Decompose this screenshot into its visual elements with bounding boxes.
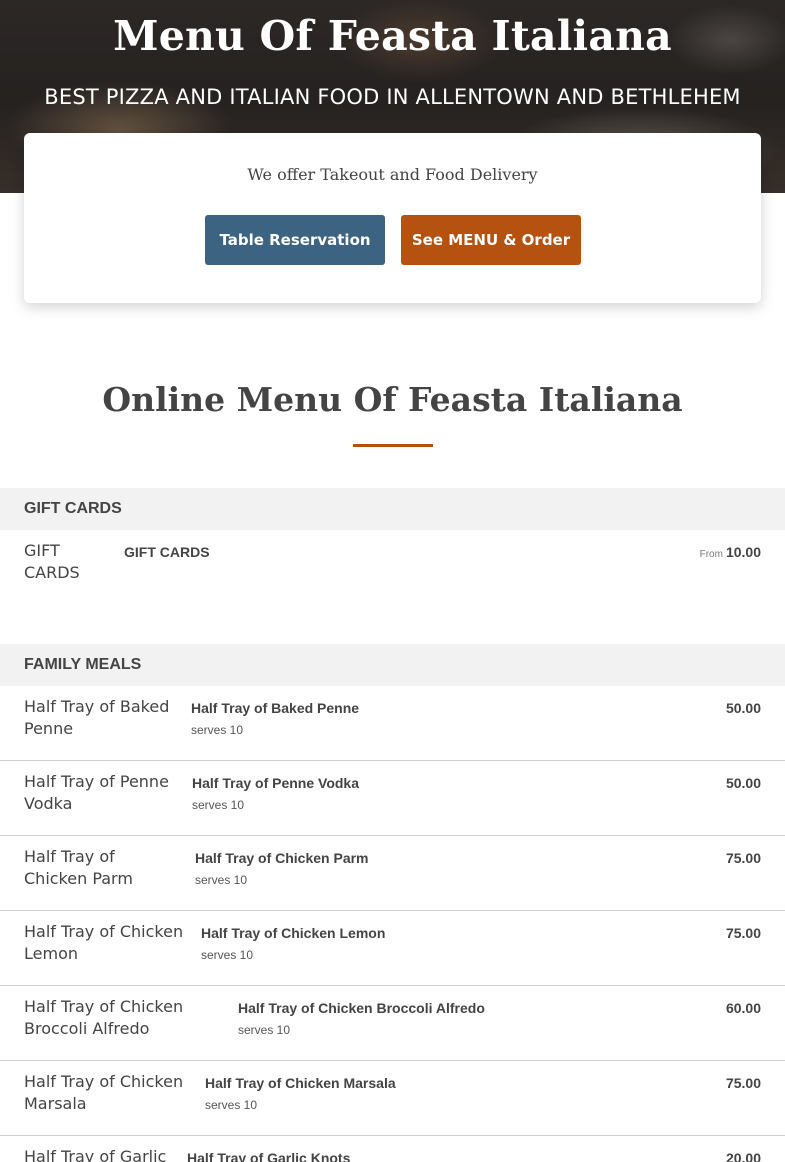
item-name: Half Tray of Garlic Knots xyxy=(187,1150,351,1162)
item-description: serves 10 xyxy=(205,1098,258,1112)
menu-item[interactable]: Half Tray of Garlic Knots Half Tray of G… xyxy=(0,1136,785,1162)
section-divider xyxy=(353,444,433,447)
category-header-family-meals: FAMILY MEALS xyxy=(0,644,785,686)
item-price-value: 10.00 xyxy=(725,544,761,560)
item-image: Half Tray of Chicken Lemon xyxy=(24,922,184,963)
cta-text: We offer Takeout and Food Delivery xyxy=(247,165,538,184)
item-name: GIFT CARDS xyxy=(124,544,210,560)
item-price: 75.00 xyxy=(725,1075,761,1091)
item-image: Half Tray of Chicken Broccoli Alfredo xyxy=(24,997,184,1038)
item-name: Half Tray of Chicken Broccoli Alfredo xyxy=(238,1000,485,1016)
item-description: serves 10 xyxy=(238,1023,291,1037)
item-name: Half Tray of Chicken Parm xyxy=(195,850,369,866)
menu-item[interactable]: Half Tray of Chicken Lemon Half Tray of … xyxy=(0,911,785,986)
menu-item[interactable]: GIFT CARDS GIFT CARDS From 10.00 xyxy=(0,530,785,605)
menu-item[interactable]: Half Tray of Penne Vodka Half Tray of Pe… xyxy=(0,761,785,836)
item-name: Half Tray of Chicken Lemon xyxy=(201,925,386,941)
category-header-gift-cards: GIFT CARDS xyxy=(0,488,785,530)
item-name: Half Tray of Baked Penne xyxy=(191,700,360,716)
item-image: Half Tray of Penne Vodka xyxy=(24,772,169,813)
item-price: 50.00 xyxy=(725,775,761,791)
menu-section-title: Online Menu Of Feasta Italiana xyxy=(102,380,683,419)
item-image: Half Tray of Chicken Parm xyxy=(24,847,133,888)
item-price: 75.00 xyxy=(725,850,761,866)
item-image: Half Tray of Garlic Knots xyxy=(24,1147,167,1162)
item-name: Half Tray of Chicken Marsala xyxy=(205,1075,396,1091)
item-price: 60.00 xyxy=(725,1000,761,1016)
item-image: GIFT CARDS xyxy=(24,541,80,582)
page-title: Menu Of Feasta Italiana xyxy=(113,12,672,60)
item-description: serves 10 xyxy=(195,873,248,887)
menu-item[interactable]: Half Tray of Baked Penne Half Tray of Ba… xyxy=(0,686,785,761)
table-reservation-button[interactable]: Table Reservation xyxy=(205,215,385,265)
item-description: serves 10 xyxy=(201,948,254,962)
item-description: serves 10 xyxy=(192,798,245,812)
item-name: Half Tray of Penne Vodka xyxy=(192,775,360,791)
menu-item[interactable]: Half Tray of Chicken Parm Half Tray of C… xyxy=(0,836,785,911)
price-from-label: From xyxy=(699,549,723,560)
item-image: Half Tray of Chicken Marsala xyxy=(24,1072,184,1113)
item-price: From 10.00 xyxy=(700,544,761,560)
item-description: serves 10 xyxy=(191,723,244,737)
item-price: 75.00 xyxy=(725,925,761,941)
item-price: 50.00 xyxy=(725,700,761,716)
menu-item[interactable]: Half Tray of Chicken Broccoli Alfredo Ha… xyxy=(0,986,785,1061)
hero-subtitle: BEST PIZZA AND ITALIAN FOOD IN ALLENTOWN… xyxy=(44,85,741,109)
see-menu-order-button[interactable]: See MENU & Order xyxy=(401,215,581,265)
cta-card: We offer Takeout and Food Delivery Table… xyxy=(24,133,761,303)
item-image: Half Tray of Baked Penne xyxy=(24,697,170,738)
item-price: 20.00 xyxy=(725,1150,761,1162)
menu-item[interactable]: Half Tray of Chicken Marsala Half Tray o… xyxy=(0,1061,785,1136)
